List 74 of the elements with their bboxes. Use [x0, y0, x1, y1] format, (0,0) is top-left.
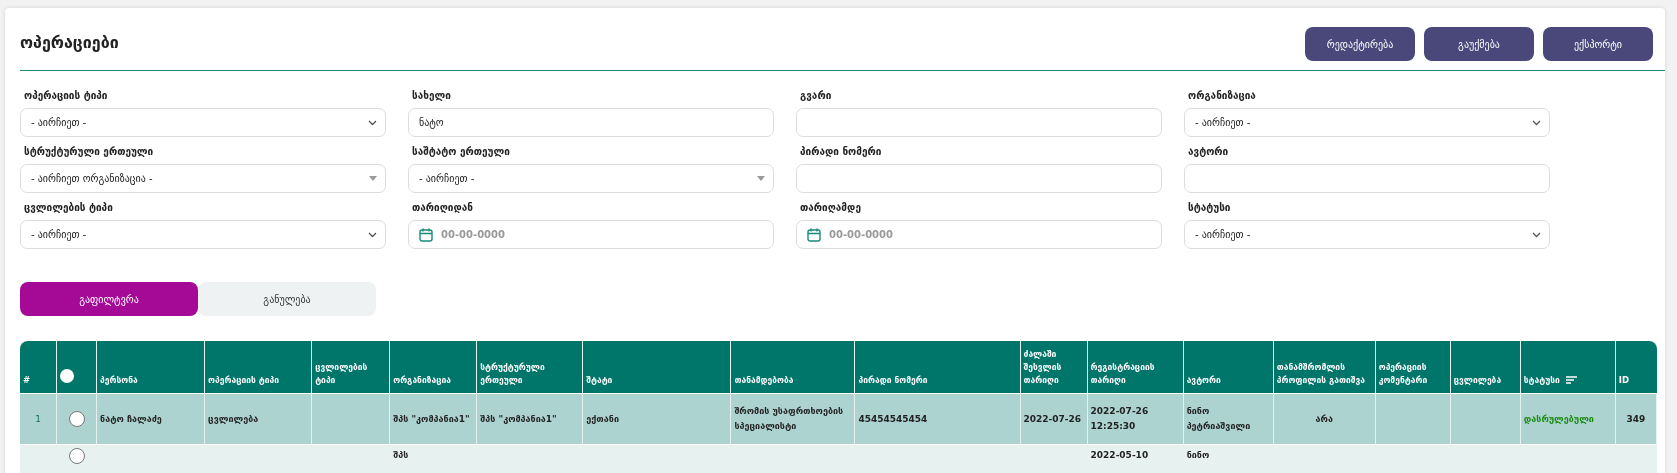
caret-down-icon — [369, 176, 377, 181]
toolbar-button[interactable]: რედაქტირება — [1305, 27, 1415, 61]
column-header: შტატი — [586, 374, 613, 387]
text-field[interactable] — [796, 108, 1162, 137]
field-label: სტრუქტურული ერთეული — [23, 145, 155, 159]
table-cell: არა — [1315, 413, 1333, 424]
chevron-down-icon — [1532, 119, 1541, 126]
column-header: ოპერაციის კომენტარი — [1378, 361, 1429, 387]
text-field[interactable] — [1184, 164, 1550, 193]
field-label: გვარი — [799, 89, 833, 103]
calendar-icon — [807, 227, 821, 242]
table-cell: 2022-07-26 — [1023, 413, 1082, 424]
calendar-icon — [419, 227, 433, 242]
table-cell: ნინო — [1186, 450, 1210, 460]
table-cell: 1 — [35, 413, 41, 424]
column-header: თანამდებობა — [734, 374, 794, 387]
table-cell: ცვლილება — [208, 413, 259, 424]
dropdown[interactable]: - აირჩიეთ - — [20, 108, 386, 137]
column-header: ავტორი — [1186, 374, 1221, 387]
dropdown[interactable]: - აირჩიეთ - — [408, 164, 774, 193]
table-cell: 2022-05-10 — [1090, 450, 1149, 460]
caret-down-icon — [757, 176, 765, 181]
column-header: ცვლილების ტიპი — [315, 361, 369, 387]
column-header: თანამშრომლის პროფილის გათიშვა — [1276, 361, 1367, 387]
dropdown[interactable]: - აირჩიეთ ორგანიზაცია - — [20, 164, 386, 193]
field-label: ორგანიზაცია — [1187, 89, 1257, 103]
text-field[interactable]: ნატო — [408, 108, 774, 137]
table-cell: 349 — [1626, 413, 1646, 424]
field-label: ავტორი — [1187, 145, 1230, 159]
column-header: სტრუქტურული ერთეული — [480, 361, 546, 387]
column-header: ძალაში შესვლის თარიღი — [1023, 348, 1063, 387]
field-label: ცვლილების ტიპი — [23, 201, 114, 215]
table-cell: 2022-07-26 12:25:30 — [1090, 406, 1149, 431]
field-label: თარიღამდე — [799, 201, 862, 215]
table-cell: შპს "კომპანია1" — [393, 413, 470, 424]
column-header: რეგისტრაციის თარიღი — [1090, 361, 1156, 387]
chevron-down-icon — [368, 231, 377, 238]
text-field[interactable] — [796, 164, 1162, 193]
table-cell: შრომის უსაფრთხოების სპეციალისტი — [734, 406, 844, 431]
column-header: ორგანიზაცია — [393, 374, 451, 387]
row-radio[interactable] — [68, 411, 85, 427]
toolbar-button[interactable]: ექსპორტი — [1543, 27, 1653, 61]
field-label: ოპერაციის ტიპი — [23, 89, 109, 103]
row-radio[interactable] — [68, 448, 85, 464]
table-cell: ექთანი — [586, 413, 619, 424]
toolbar-button[interactable]: გაუქმება — [1424, 27, 1534, 61]
reset-button[interactable]: განულება — [198, 282, 376, 316]
field-label: სტატუსი — [1187, 201, 1232, 215]
field-label: საშტატო ერთეული — [411, 145, 511, 159]
column-header: სტატუსი — [1523, 374, 1560, 387]
column-header: პერსონა — [100, 374, 138, 387]
field-label: სახელი — [411, 89, 452, 103]
field-label: პირადი ნომერი — [799, 145, 883, 159]
table-cell: შპს "კომპანია1" — [480, 413, 557, 424]
page-title: ოპერაციები — [20, 32, 119, 52]
table-cell: დასრულებული — [1523, 413, 1594, 424]
column-header: ID — [1618, 374, 1630, 387]
column-header: ცვლილება — [1453, 374, 1502, 387]
column-header: პირადი ნომერი — [858, 374, 928, 387]
dropdown[interactable]: - აირჩიეთ - — [20, 220, 386, 249]
column-header: # — [23, 374, 31, 387]
filter-button[interactable]: გაფილტვრა — [20, 282, 198, 316]
field-label: თარიღიდან — [411, 201, 475, 215]
table-cell: 45454545454 — [858, 413, 928, 424]
dropdown[interactable]: - აირჩიეთ - — [1184, 108, 1550, 137]
table-cell: შპს — [393, 450, 409, 460]
chevron-down-icon — [368, 119, 377, 126]
table-cell: ნინო პეტრიაშვილი — [1186, 406, 1251, 431]
column-header: ოპერაციის ტიპი — [208, 374, 280, 387]
table-cell: ნატო ჩალაძე — [100, 413, 162, 424]
dropdown[interactable]: - აირჩიეთ - — [1184, 220, 1550, 249]
sort-icon[interactable] — [1565, 376, 1577, 385]
chevron-down-icon — [1532, 231, 1541, 238]
select-all-radio[interactable] — [60, 369, 74, 383]
